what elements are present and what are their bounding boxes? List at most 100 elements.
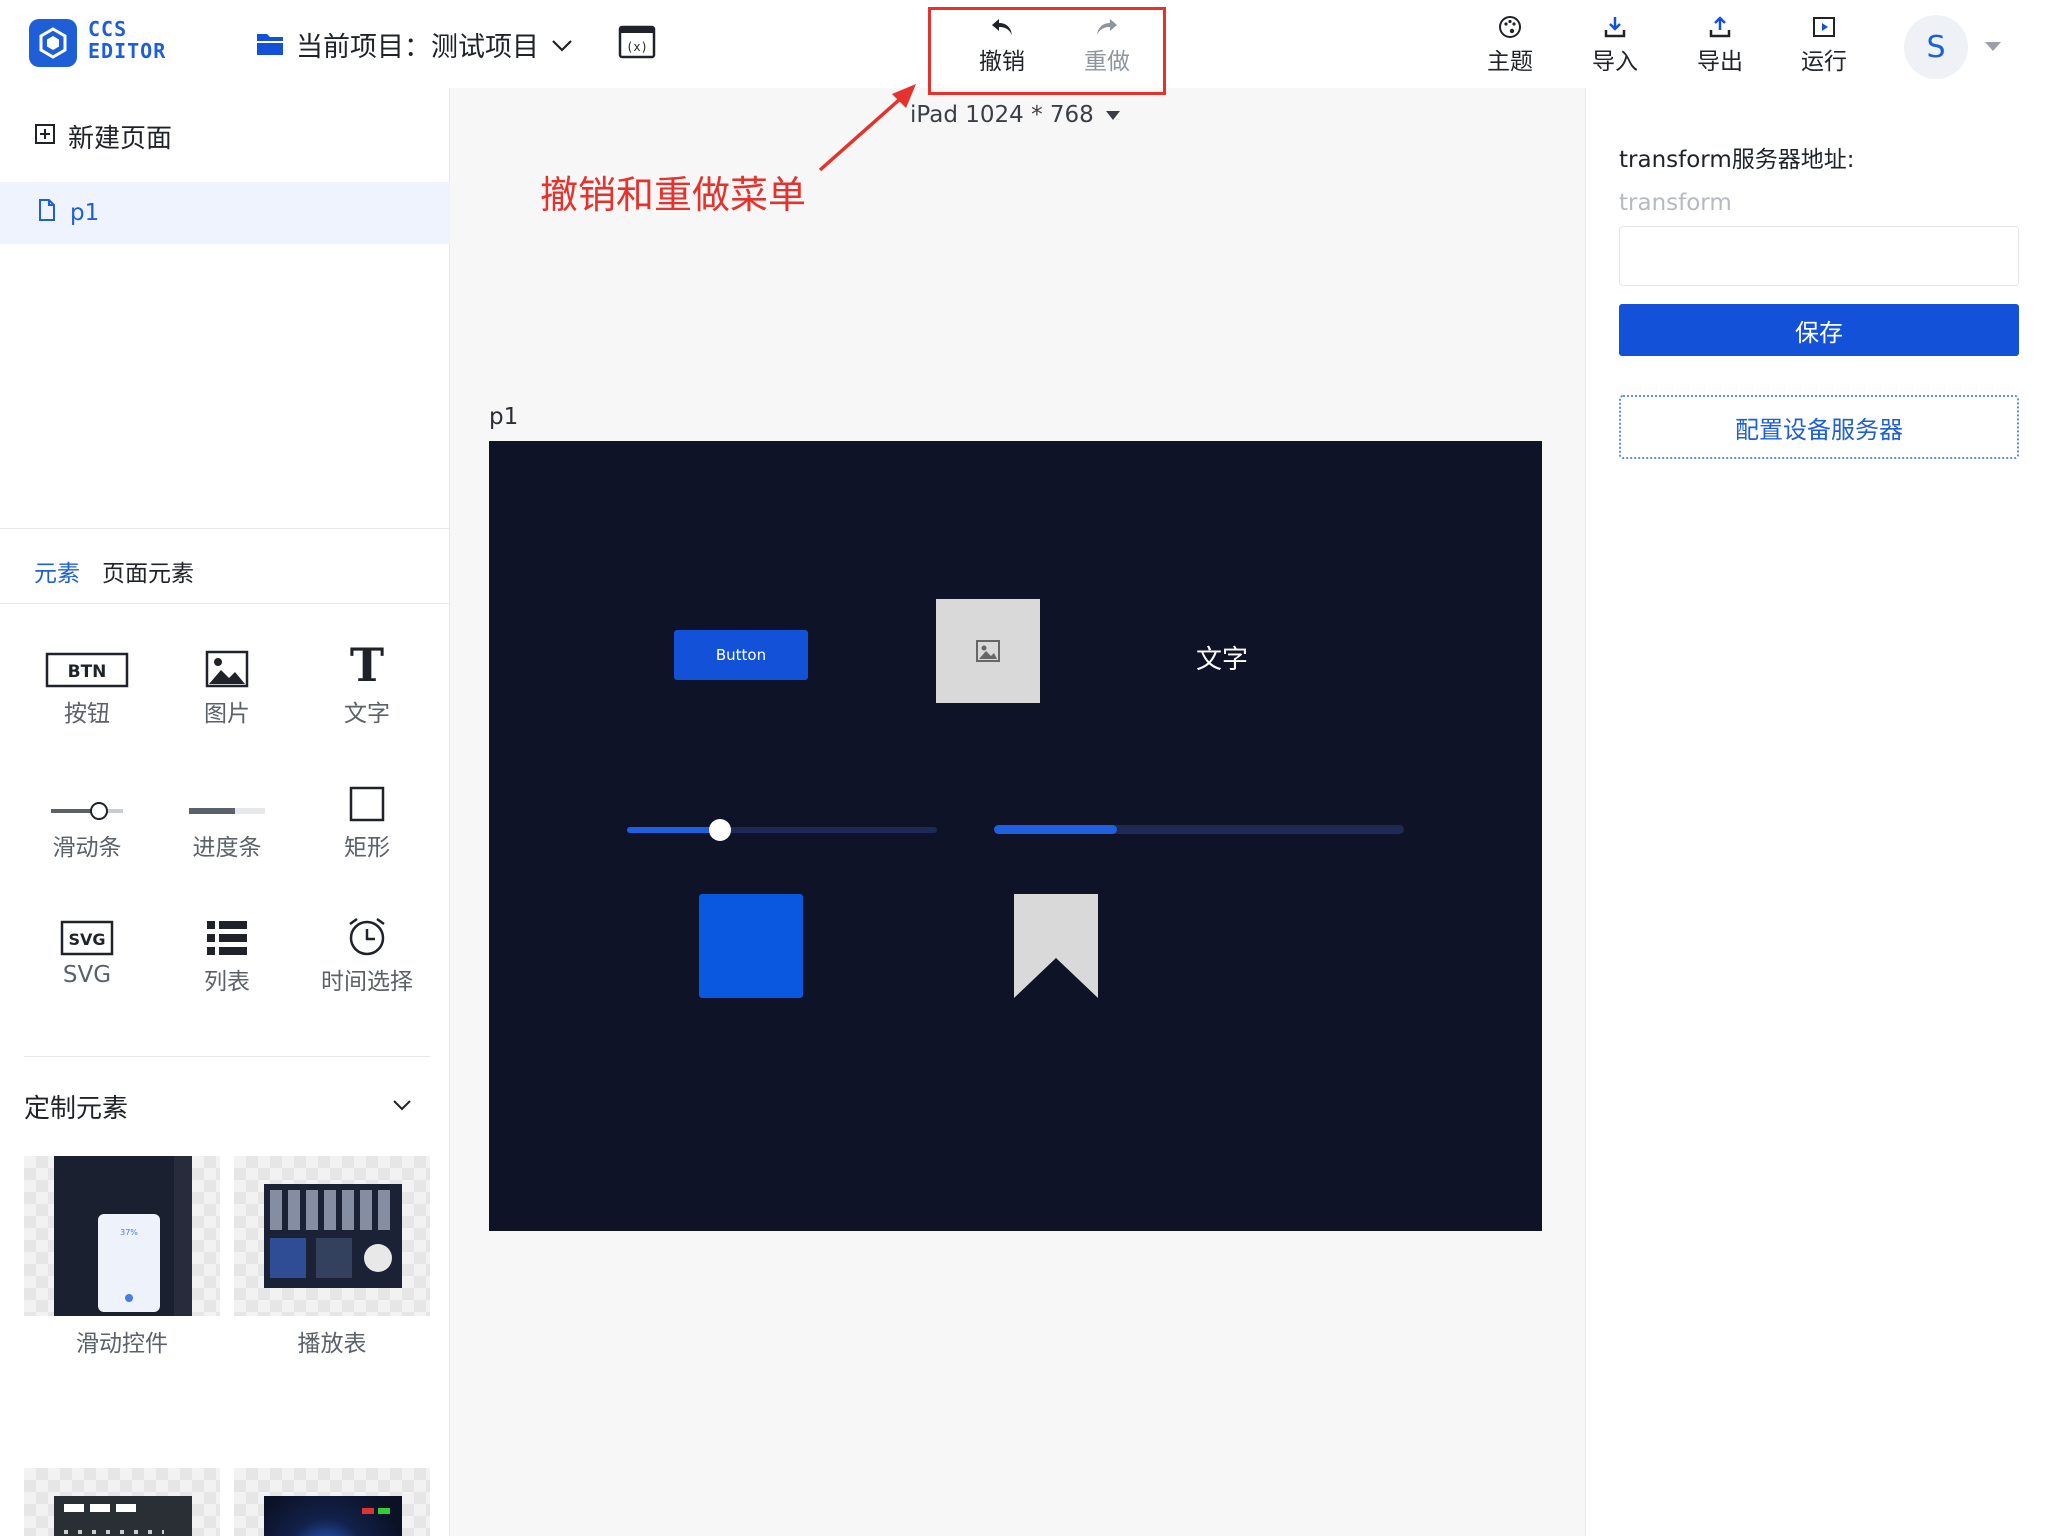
element-tabs: 元素 页面元素 (34, 554, 194, 588)
element-slider[interactable]: 滑动条 (17, 770, 157, 862)
canvas-text[interactable]: 文字 (1196, 639, 1248, 676)
element-label: 图片 (204, 701, 250, 727)
chevron-down-icon (551, 29, 573, 60)
element-rect[interactable]: 矩形 (297, 770, 437, 862)
save-button[interactable]: 保存 (1619, 304, 2019, 356)
divider (24, 1056, 430, 1057)
top-bar: CCS EDITOR 当前项目： 测试项目 (x) 撤销 重做 主题 导入 导出 (0, 0, 2048, 95)
folder-icon (256, 32, 284, 56)
rect-icon (349, 770, 385, 822)
element-label: 按钮 (64, 701, 110, 727)
device-selector[interactable]: iPad 1024 * 768 (910, 102, 1120, 128)
custom-item-4[interactable] (234, 1468, 430, 1536)
undo-label: 撤销 (979, 49, 1025, 75)
divider (0, 528, 450, 529)
canvas-slider-handle[interactable] (709, 819, 731, 841)
undo-button[interactable]: 撤销 (974, 12, 1030, 76)
element-label: 文字 (344, 701, 390, 727)
canvas-button[interactable]: Button (674, 630, 808, 680)
element-list[interactable]: 列表 (157, 904, 297, 996)
new-page-button[interactable]: 新建页面 (34, 118, 172, 155)
custom-item-label: 播放表 (297, 1331, 367, 1357)
design-canvas[interactable]: Button 文字 (489, 441, 1542, 1231)
theme-button[interactable]: 主题 (1482, 12, 1538, 76)
image-icon (976, 640, 1000, 662)
add-page-icon (34, 122, 56, 152)
thumb-percent: 37% (120, 1228, 138, 1237)
export-button[interactable]: 导出 (1692, 12, 1748, 76)
page-label: p1 (489, 404, 519, 430)
custom-elements-title[interactable]: 定制元素 (24, 1088, 128, 1125)
list-icon (206, 904, 248, 956)
thumbnail: 37% (24, 1156, 220, 1316)
text-icon: T (349, 638, 385, 692)
custom-item-3[interactable] (24, 1468, 220, 1536)
caret-down-icon[interactable] (1985, 42, 2001, 51)
undo-icon (990, 12, 1014, 42)
upload-icon (1708, 12, 1732, 42)
page-name: p1 (70, 200, 100, 226)
element-label: 矩形 (344, 835, 390, 861)
element-svg[interactable]: SVG SVG (17, 904, 157, 988)
transform-field-label: transform (1619, 190, 1732, 216)
project-name: 测试项目 (431, 31, 539, 63)
tab-elements[interactable]: 元素 (34, 554, 80, 588)
avatar[interactable]: S (1904, 15, 1968, 79)
import-label: 导入 (1592, 49, 1638, 75)
server-address-label: transform服务器地址: (1619, 147, 1855, 173)
element-progress[interactable]: 进度条 (157, 770, 297, 862)
run-button[interactable]: 运行 (1796, 12, 1852, 76)
project-selector[interactable]: 当前项目： 测试项目 (256, 22, 573, 66)
canvas-image[interactable] (936, 599, 1040, 703)
canvas-slider-fill (627, 827, 720, 833)
redo-button[interactable]: 重做 (1079, 12, 1135, 76)
element-button[interactable]: BTN 按钮 (17, 636, 157, 728)
element-text[interactable]: T 文字 (297, 636, 437, 728)
canvas-rect[interactable] (699, 894, 803, 998)
logo-line-2: EDITOR (88, 39, 167, 63)
svg-icon-text: SVG (68, 930, 105, 949)
element-image[interactable]: 图片 (157, 636, 297, 728)
variable-icon[interactable]: (x) (618, 25, 656, 59)
transform-server-input[interactable] (1619, 226, 2019, 286)
progress-icon (187, 770, 267, 822)
element-time-picker[interactable]: 时间选择 (297, 904, 437, 996)
play-icon (1812, 12, 1836, 42)
thumbnail (234, 1468, 430, 1536)
redo-icon (1095, 12, 1119, 42)
logo-line-1: CCS (88, 17, 128, 41)
clock-icon (346, 904, 388, 956)
caret-down-icon (1105, 110, 1120, 120)
divider (0, 603, 450, 604)
custom-item-label: 滑动控件 (76, 1331, 168, 1357)
custom-item-playlist[interactable]: 播放表 (234, 1156, 430, 1358)
import-button[interactable]: 导入 (1587, 12, 1643, 76)
image-icon (205, 636, 249, 688)
annotation-arrow (818, 84, 916, 172)
custom-item-slider-control[interactable]: 37% 滑动控件 (24, 1156, 220, 1358)
tab-page-elements[interactable]: 页面元素 (102, 554, 194, 588)
file-icon (38, 199, 56, 227)
btn-icon: BTN (45, 636, 129, 688)
chevron-down-icon[interactable] (392, 1096, 412, 1115)
redo-label: 重做 (1084, 49, 1130, 75)
element-label: 时间选择 (321, 969, 413, 995)
left-sidebar: 新建页面 p1 元素 页面元素 BTN 按钮 图片 T 文字 滑动条 进度条 矩… (0, 88, 450, 1536)
canvas-svg-bookmark[interactable] (1014, 894, 1098, 998)
palette-icon (1498, 12, 1522, 42)
new-page-label: 新建页面 (68, 124, 173, 154)
annotation-text: 撤销和重做菜单 (540, 173, 807, 217)
canvas-progress-fill (994, 825, 1117, 834)
download-icon (1603, 12, 1627, 42)
slider-icon (49, 770, 125, 822)
element-label: 进度条 (192, 835, 262, 861)
element-label: 列表 (204, 969, 250, 995)
page-item-p1[interactable]: p1 (0, 182, 450, 244)
right-panel: transform服务器地址: transform 保存 配置设备服务器 (1585, 88, 2048, 1536)
export-label: 导出 (1697, 49, 1743, 75)
svg-icon: SVG (60, 904, 114, 956)
config-device-server-button[interactable]: 配置设备服务器 (1619, 395, 2019, 459)
run-label: 运行 (1801, 49, 1847, 75)
svg-text:(x): (x) (626, 40, 648, 54)
btn-icon-text: BTN (68, 662, 107, 682)
